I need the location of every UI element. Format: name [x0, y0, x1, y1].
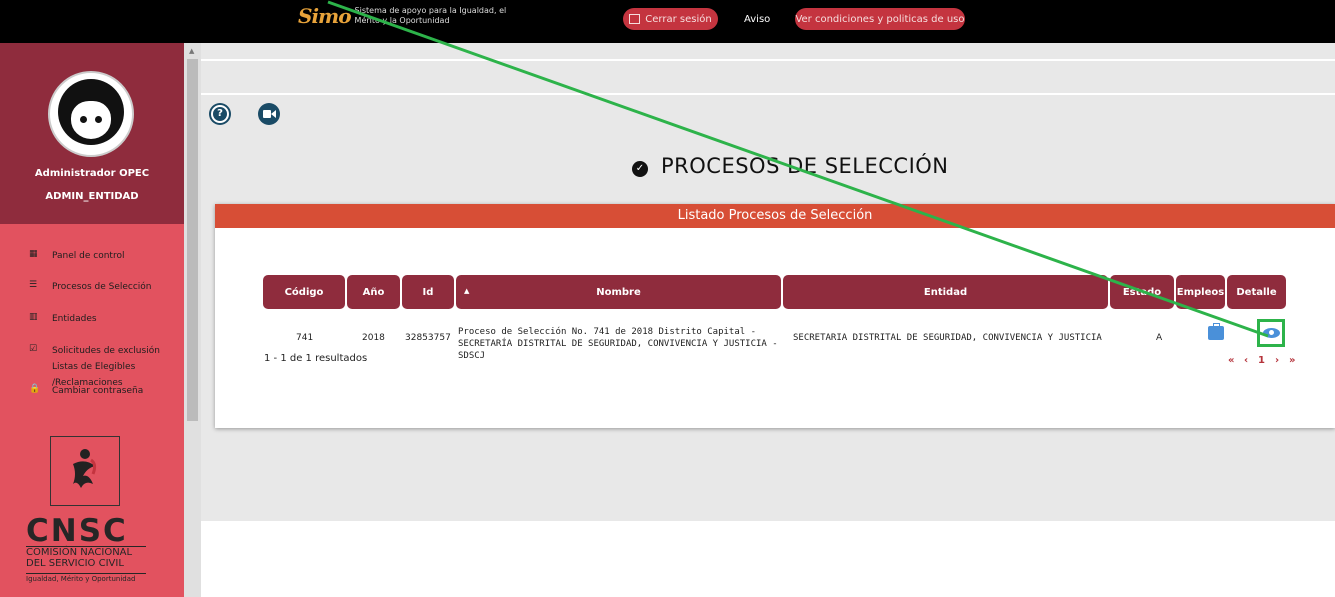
pager-last[interactable]: »: [1289, 355, 1295, 366]
cnsc-acronym: CNSC: [26, 513, 128, 549]
user-profile: Administrador OPEC ADMIN_ENTIDAD: [0, 43, 184, 224]
pager-prev[interactable]: ‹: [1244, 355, 1248, 366]
results-count: 1 - 1 de 1 resultados: [264, 353, 368, 364]
column-header-anio[interactable]: Año: [347, 275, 400, 309]
column-header-empleos[interactable]: Empleos: [1176, 275, 1225, 309]
sidebar-scrollbar[interactable]: ▲: [184, 43, 201, 597]
page-title: PROCESOS DE SELECCIÓN: [661, 154, 949, 178]
sidebar-item-label: Entidades: [52, 314, 97, 324]
briefcase-icon[interactable]: [1208, 323, 1224, 340]
column-header-estado[interactable]: Estado: [1110, 275, 1174, 309]
aviso-link[interactable]: Aviso: [744, 14, 770, 25]
column-header-nombre[interactable]: ▲ Nombre: [456, 275, 781, 309]
cell-entidad: SECRETARIA DISTRITAL DE SEGURIDAD, CONVI…: [793, 333, 1102, 343]
card-title: Listado Procesos de Selección: [215, 204, 1335, 228]
column-header-id[interactable]: Id: [402, 275, 454, 309]
column-header-entidad[interactable]: Entidad: [783, 275, 1108, 309]
avatar: [48, 71, 134, 157]
calendar-check-icon: ☑: [29, 344, 38, 354]
cell-codigo: 741: [296, 333, 314, 343]
logo-text: Sistema de apoyo para la Igualdad, el Mé…: [354, 6, 507, 25]
cnsc-tagline: Igualdad, Mérito y Oportunidad: [26, 573, 146, 583]
avatar-face: [58, 79, 124, 145]
simo-logo: Simo Sistema de apoyo para la Igualdad, …: [298, 4, 515, 28]
logout-label: Cerrar sesión: [645, 13, 712, 25]
logo-mark: Simo: [298, 4, 352, 28]
lock-icon: 🔒: [29, 384, 41, 394]
cell-nombre: Proceso de Selección No. 741 de 2018 Dis…: [458, 327, 778, 361]
column-header-detalle[interactable]: Detalle: [1227, 275, 1286, 309]
video-icon[interactable]: [258, 103, 280, 125]
column-header-codigo[interactable]: Código: [263, 275, 345, 309]
sidebar-item-label: Procesos de Selección: [52, 282, 152, 292]
cell-estado: A: [1156, 333, 1163, 343]
scroll-up-icon[interactable]: ▲: [189, 47, 194, 55]
cnsc-logo: CNSC COMISIÓN NACIONAL DEL SERVICIO CIVI…: [26, 436, 146, 583]
scrollbar-thumb[interactable]: [187, 59, 198, 421]
logout-button[interactable]: Cerrar sesión: [623, 8, 718, 30]
cell-anio: 2018: [362, 333, 385, 343]
dashboard-icon: ▦: [29, 249, 38, 259]
list-icon: ☰: [29, 280, 38, 290]
user-role: ADMIN_ENTIDAD: [45, 191, 139, 202]
user-name: Administrador OPEC: [34, 168, 150, 179]
cnsc-emblem: [50, 436, 120, 506]
sidebar: Administrador OPEC ADMIN_ENTIDAD ▦ Panel…: [0, 43, 184, 597]
view-detail-button[interactable]: [1257, 319, 1285, 347]
check-icon: ✓: [632, 161, 648, 177]
cell-id: 32853757: [405, 333, 451, 343]
sidebar-item-label: Panel de control: [52, 251, 125, 261]
building-icon: ▥: [29, 312, 38, 322]
pager-first[interactable]: «: [1228, 355, 1234, 366]
pager-next[interactable]: ›: [1275, 355, 1279, 366]
sidebar-item-label: Cambiar contraseña: [52, 386, 144, 396]
processes-card: Listado Procesos de Selección Código Año…: [215, 204, 1335, 428]
logout-icon: [629, 14, 641, 24]
pager-current-page[interactable]: 1: [1258, 355, 1265, 366]
column-header-label: Nombre: [596, 286, 641, 298]
eye-icon: [1262, 328, 1280, 338]
help-icon[interactable]: ?: [209, 103, 231, 125]
conditions-button[interactable]: Ver condiciones y politicas de uso: [795, 8, 965, 30]
sort-asc-icon: ▲: [464, 287, 470, 295]
cnsc-name-2: DEL SERVICIO CIVIL: [26, 558, 124, 569]
cnsc-name-1: COMISIÓN NACIONAL: [26, 546, 146, 558]
top-bar: Simo Sistema de apoyo para la Igualdad, …: [0, 0, 1335, 43]
